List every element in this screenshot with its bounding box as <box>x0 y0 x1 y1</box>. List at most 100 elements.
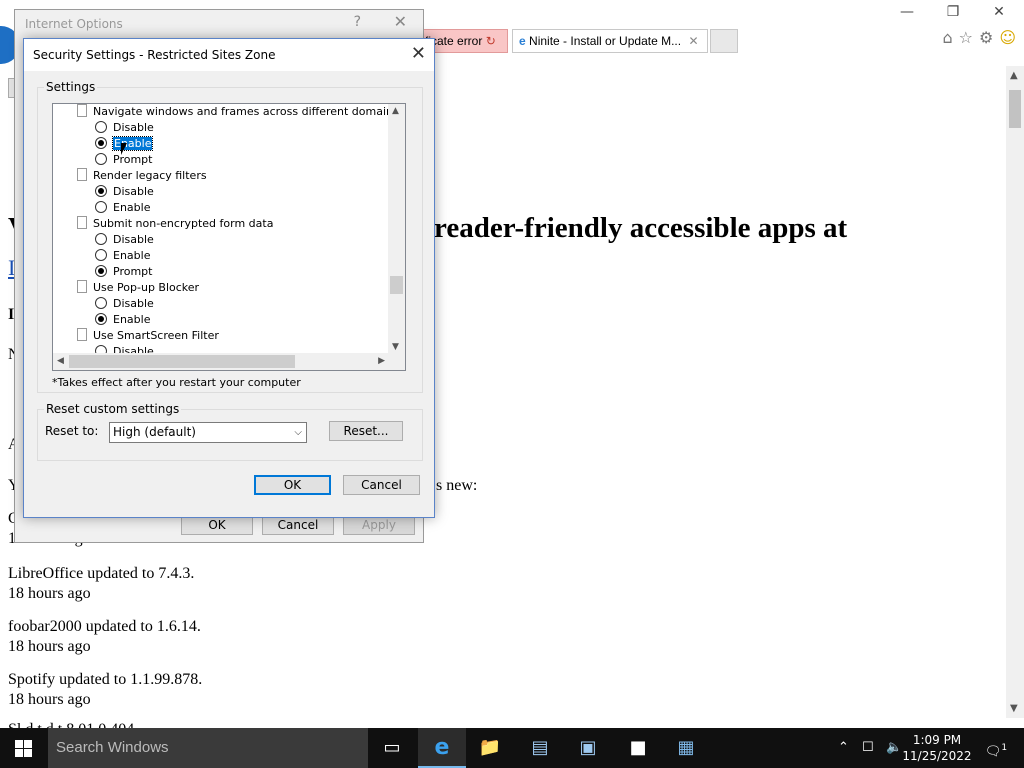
taskbar: Search Windows ▭ e 📁 ▤ ▣ ■ ▦ ⌃ ☐ 🔈 1:09 … <box>0 728 1024 768</box>
cancel-button[interactable]: Cancel <box>343 475 420 495</box>
setting-label: Prompt <box>113 265 153 278</box>
internet-explorer-icon[interactable]: e <box>418 728 466 768</box>
search-box[interactable]: Search Windows <box>48 728 368 768</box>
news-item: Spotify updated to 1.1.99.878. 18 hours … <box>8 670 202 710</box>
setting-label: Disable <box>113 233 154 246</box>
setting-label: Use SmartScreen Filter <box>93 329 219 342</box>
list-horizontal-scrollbar[interactable]: ◀ ▶ <box>53 353 389 370</box>
list-scroll-thumb[interactable] <box>390 276 403 294</box>
command-prompt-icon[interactable]: ■ <box>614 728 662 768</box>
io-cancel-button[interactable]: Cancel <box>262 515 334 535</box>
scroll-right-icon[interactable]: ▶ <box>378 356 385 366</box>
refresh-icon[interactable]: ↻ <box>486 34 496 48</box>
tab-close-icon[interactable]: ✕ <box>688 34 698 48</box>
radio-button[interactable] <box>95 233 107 245</box>
smiley-icon[interactable]: ☺ <box>999 28 1016 47</box>
browser-toolbar: ⌂ ☆ ⚙ ☺ <box>942 28 1016 47</box>
list-vertical-scrollbar[interactable]: ▲ ▼ <box>388 104 405 354</box>
control-panel-icon[interactable]: ▦ <box>662 728 710 768</box>
network-tray-icon[interactable]: ☐ <box>862 728 874 768</box>
gear-icon[interactable]: ⚙ <box>979 28 993 47</box>
reset-level-select[interactable]: High (default) ⌵ <box>109 422 307 443</box>
setting-label: Enable <box>113 249 151 262</box>
network-icon[interactable]: ▣ <box>564 728 612 768</box>
notifications-icon[interactable]: 🗨1 <box>984 728 1008 768</box>
io-apply-button[interactable]: Apply <box>343 515 415 535</box>
list-hscroll-thumb[interactable] <box>69 355 295 368</box>
setting-label: Render legacy filters <box>93 169 207 182</box>
help-icon[interactable]: ? <box>354 14 361 30</box>
news-title: Spotify updated to 1.1.99.878. <box>8 671 203 688</box>
setting-category: Use SmartScreen Filter <box>77 328 219 344</box>
radio-button[interactable] <box>95 137 107 149</box>
reset-button[interactable]: Reset... <box>329 421 403 441</box>
setting-label: Disable <box>113 297 154 310</box>
new-tab-button[interactable] <box>710 29 738 53</box>
news-item-cut: Sl d t d t 8 01 0 404 <box>8 720 134 728</box>
setting-option[interactable]: Enable <box>95 248 150 264</box>
notification-count: 1 <box>1001 743 1008 753</box>
setting-option[interactable]: Disable <box>95 184 154 200</box>
task-view-icon[interactable]: ▭ <box>368 728 416 768</box>
scroll-up-icon[interactable]: ▲ <box>392 106 399 116</box>
setting-option[interactable]: Prompt <box>95 264 152 280</box>
start-button[interactable] <box>0 728 48 768</box>
io-ok-button[interactable]: OK <box>181 515 253 535</box>
ok-button[interactable]: OK <box>254 475 331 495</box>
radio-button[interactable] <box>95 153 107 165</box>
home-icon[interactable]: ⌂ <box>942 28 952 47</box>
dialog-titlebar: Security Settings - Restricted Sites Zon… <box>24 39 434 71</box>
news-title: LibreOffice updated to 7.4.3. <box>8 565 195 582</box>
setting-option[interactable]: Enable <box>95 200 150 216</box>
setting-label: Enable <box>113 313 151 326</box>
news-item: foobar2000 updated to 1.6.14. 18 hours a… <box>8 617 201 657</box>
news-title: foobar2000 updated to 1.6.14. <box>8 618 201 635</box>
radio-button[interactable] <box>95 121 107 133</box>
file-explorer-icon[interactable]: 📁 <box>466 728 514 768</box>
security-settings-dialog: Security Settings - Restricted Sites Zon… <box>23 38 435 518</box>
radio-button[interactable] <box>95 265 107 277</box>
mouse-cursor-icon <box>121 143 127 155</box>
clock-time: 1:09 PM <box>912 733 962 747</box>
page-frag-new: s new: <box>436 477 478 494</box>
radio-button[interactable] <box>95 249 107 261</box>
setting-option[interactable]: Disable <box>95 120 154 136</box>
radio-button[interactable] <box>95 313 107 325</box>
radio-button[interactable] <box>95 201 107 213</box>
scroll-left-icon[interactable]: ◀ <box>57 356 64 366</box>
ie-favicon-icon: e <box>519 34 526 48</box>
close-window-button[interactable]: ✕ <box>984 4 1014 20</box>
close-icon[interactable]: ✕ <box>394 12 407 31</box>
page-scrollbar[interactable]: ▲ ▼ <box>1006 66 1024 718</box>
news-time: 18 hours ago <box>8 585 91 602</box>
scroll-down-icon[interactable]: ▼ <box>392 342 399 352</box>
chevron-down-icon: ⌵ <box>294 427 302 438</box>
settings-list[interactable]: Navigate windows and frames across diffe… <box>52 103 406 371</box>
chevron-up-icon[interactable]: ⌃ <box>838 728 849 768</box>
scroll-up-icon[interactable]: ▲ <box>1010 70 1018 81</box>
minimize-button[interactable]: — <box>892 4 922 20</box>
tab-ninite[interactable]: e Ninite - Install or Update M... ✕ <box>512 29 708 53</box>
volume-icon[interactable]: 🔈 <box>886 728 902 768</box>
news-item: LibreOffice updated to 7.4.3. 18 hours a… <box>8 564 194 604</box>
close-icon[interactable]: ✕ <box>411 43 426 64</box>
scroll-thumb[interactable] <box>1009 90 1021 128</box>
radio-button[interactable] <box>95 297 107 309</box>
setting-option[interactable]: Disable <box>95 296 154 312</box>
document-icon <box>77 168 87 181</box>
setting-category: Use Pop-up Blocker <box>77 280 199 296</box>
restart-note: *Takes effect after you restart your com… <box>52 376 301 389</box>
star-icon[interactable]: ☆ <box>959 28 973 47</box>
radio-button[interactable] <box>95 185 107 197</box>
reset-group-label: Reset custom settings <box>44 402 182 416</box>
setting-label: Submit non-encrypted form data <box>93 217 274 230</box>
scroll-down-icon[interactable]: ▼ <box>1010 703 1018 714</box>
setting-option[interactable]: Disable <box>95 232 154 248</box>
server-manager-icon[interactable]: ▤ <box>516 728 564 768</box>
document-icon <box>77 328 87 341</box>
clock[interactable]: 1:09 PM 11/25/2022 <box>902 732 972 764</box>
setting-label: Enable <box>111 136 154 151</box>
setting-category: Navigate windows and frames across diffe… <box>77 104 389 120</box>
setting-option[interactable]: Enable <box>95 312 150 328</box>
restore-button[interactable]: ❐ <box>938 4 968 20</box>
